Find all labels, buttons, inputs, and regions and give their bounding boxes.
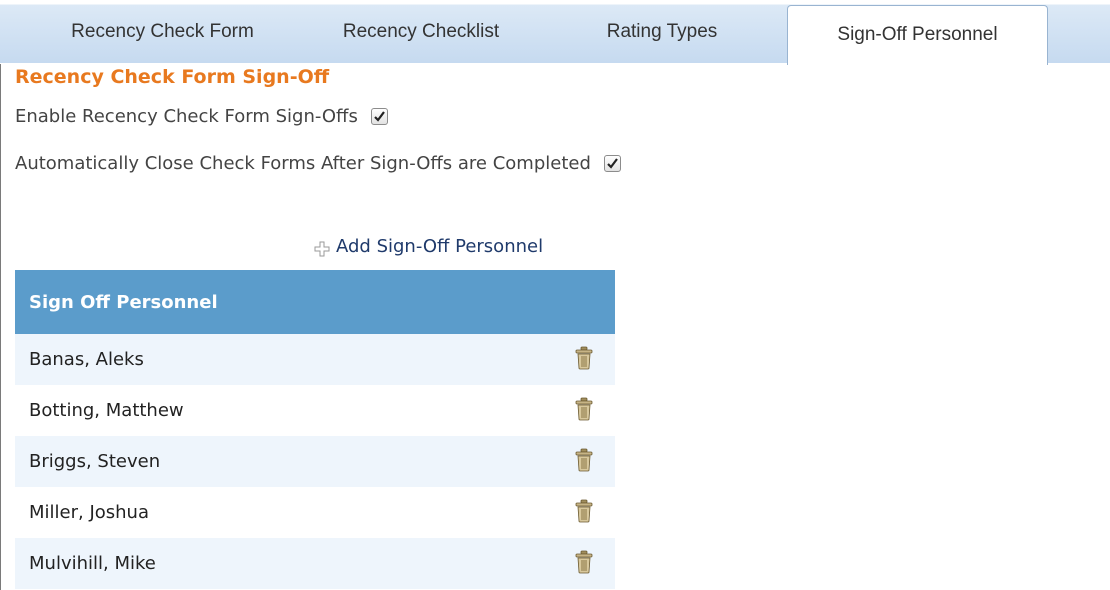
tab-bar: Recency Check Form Recency Checklist Rat… — [0, 0, 1110, 65]
personnel-name: Mulvihill, Mike — [29, 553, 156, 574]
table-row: Banas, Aleks — [15, 334, 615, 385]
trash-icon[interactable] — [575, 397, 593, 421]
personnel-name: Miller, Joshua — [29, 502, 149, 523]
checkmark-icon — [374, 111, 385, 122]
section-title: Recency Check Form Sign-Off — [15, 66, 330, 88]
tab-label: Recency Checklist — [342, 21, 500, 42]
enable-sign-offs-checkbox[interactable] — [370, 108, 388, 125]
column-header-sign-off-personnel: Sign Off Personnel — [29, 291, 218, 313]
auto-close-checkbox[interactable] — [603, 155, 621, 172]
auto-close-label: Automatically Close Check Forms After Si… — [15, 153, 591, 174]
content-left-border — [0, 64, 1, 590]
table-row: Botting, Matthew — [15, 385, 615, 436]
tab-rating-types[interactable]: Rating Types — [537, 10, 787, 54]
table-row: Mulvihill, Mike — [15, 538, 615, 589]
trash-icon[interactable] — [575, 346, 593, 370]
trash-icon[interactable] — [575, 550, 593, 574]
table-row: Briggs, Steven — [15, 436, 615, 487]
tab-recency-check-form[interactable]: Recency Check Form — [20, 10, 305, 54]
checkmark-icon — [607, 158, 618, 169]
tab-recency-checklist[interactable]: Recency Checklist — [305, 10, 537, 54]
tab-label: Recency Check Form — [71, 21, 254, 42]
enable-sign-offs-label: Enable Recency Check Form Sign-Offs — [15, 106, 358, 127]
add-sign-off-personnel-link[interactable]: Add Sign-Off Personnel — [314, 236, 543, 257]
personnel-name: Banas, Aleks — [29, 349, 144, 370]
enable-sign-offs-option: Enable Recency Check Form Sign-Offs — [15, 106, 388, 127]
sign-off-personnel-table: Sign Off Personnel Banas, Aleks Botting,… — [15, 270, 615, 589]
auto-close-option: Automatically Close Check Forms After Si… — [15, 153, 621, 174]
personnel-name: Botting, Matthew — [29, 400, 184, 421]
table-row: Miller, Joshua — [15, 487, 615, 538]
plus-icon — [314, 241, 330, 256]
tab-sign-off-personnel[interactable]: Sign-Off Personnel — [787, 5, 1048, 65]
trash-icon[interactable] — [575, 448, 593, 472]
trash-icon[interactable] — [575, 499, 593, 523]
table-header: Sign Off Personnel — [15, 270, 615, 334]
table-body: Banas, Aleks Botting, Matthew Briggs, St… — [15, 334, 615, 589]
tab-label: Sign-Off Personnel — [837, 23, 998, 45]
tab-label: Rating Types — [606, 21, 718, 42]
personnel-name: Briggs, Steven — [29, 451, 161, 472]
add-link-label: Add Sign-Off Personnel — [336, 236, 544, 257]
